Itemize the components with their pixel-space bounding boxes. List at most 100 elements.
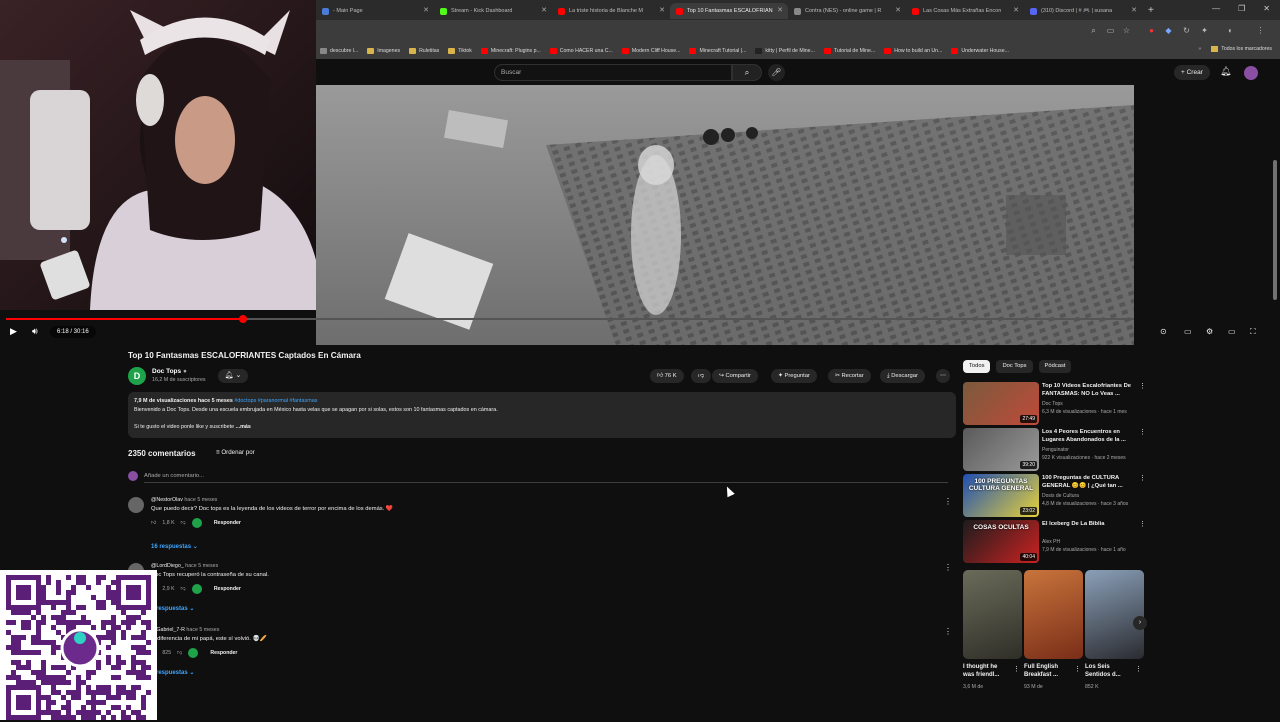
profile-icon[interactable]: ◐ <box>1226 26 1235 35</box>
short-thumbnail[interactable] <box>963 570 1022 659</box>
close-window-icon[interactable]: ✕ <box>1263 4 1270 13</box>
comment-author[interactable]: @LordDiego_ hace 5 meses <box>151 563 218 569</box>
address-bar[interactable]: ⌕ ▭ ☆ ● ◆ ↻ ✦ ◐ ⋮ <box>316 20 1280 42</box>
bookmark-item[interactable]: Como HACER una C... <box>549 47 613 54</box>
bookmark-item[interactable]: How to build an Un... <box>884 47 942 54</box>
recommended-channel[interactable]: Alex PH <box>1042 539 1060 545</box>
short-title[interactable]: I thought he was friendl... <box>963 663 1009 679</box>
browser-tab[interactable]: (310) Discord | # 🎮 | susana ✕ <box>1024 3 1142 19</box>
channel-avatar[interactable]: D <box>128 367 146 385</box>
video-menu-icon[interactable]: ⋮ <box>1139 382 1146 390</box>
ask-button[interactable]: ✦ Preguntar <box>771 369 817 383</box>
page-scrollbar[interactable] <box>1273 160 1277 300</box>
bookmark-item[interactable]: Minecraft: Plugins p... <box>480 47 541 54</box>
browser-tab[interactable]: Top 10 Fantasmas ESCALOFRIAN ✕ <box>670 3 788 19</box>
bookmark-item[interactable]: Tutorial de Mine... <box>823 47 875 54</box>
video-menu-icon[interactable]: ⋮ <box>1139 520 1146 528</box>
progress-scrubber[interactable] <box>238 315 247 323</box>
view-replies-button[interactable]: 16 respuestas ⌄ <box>151 543 198 550</box>
video-thumbnail[interactable]: 100 PREGUNTAS CULTURA GENERAL 23:02 <box>963 474 1039 517</box>
video-menu-icon[interactable]: ⋮ <box>1139 428 1146 436</box>
cast-icon[interactable]: ▭ <box>1106 26 1115 35</box>
search-button[interactable]: ⌕ <box>732 64 762 81</box>
short-thumbnail[interactable] <box>1085 570 1144 659</box>
tab-close-icon[interactable]: ✕ <box>1131 6 1137 14</box>
reply-button[interactable]: Responder <box>210 650 237 656</box>
short-menu-icon[interactable]: ⋮ <box>1074 665 1081 673</box>
clip-button[interactable]: ✂ Recortar <box>828 369 871 383</box>
tab-close-icon[interactable]: ✕ <box>659 6 665 14</box>
subscription-bell-button[interactable]: 🔔︎ ⌄ <box>218 369 248 383</box>
tab-close-icon[interactable]: ✕ <box>777 6 783 14</box>
download-button[interactable]: ⤓ Descargar <box>880 369 925 383</box>
recommended-video[interactable]: 39:20 Los 4 Peores Encuentros en Lugares… <box>963 428 1146 472</box>
play-icon[interactable]: ▶ <box>10 326 17 337</box>
comment-menu-icon[interactable]: ⋮ <box>944 627 952 636</box>
settings-gear-icon[interactable]: ⚙ <box>1206 327 1213 336</box>
comment-menu-icon[interactable]: ⋮ <box>944 563 952 572</box>
extensions-puzzle-icon[interactable]: ✦ <box>1200 26 1209 35</box>
browser-tab[interactable]: Contra (NES) - online game | R ✕ <box>788 3 906 19</box>
comment-author[interactable]: @Gabriel_7-R hace 5 meses <box>151 627 219 633</box>
view-replies-button[interactable]: 8 respuestas ⌄ <box>151 605 194 612</box>
browser-tab[interactable]: Stream - Kick Dashboard ✕ <box>434 3 552 19</box>
short-thumbnail[interactable] <box>1024 570 1083 659</box>
opera-icon[interactable]: ● <box>1147 26 1156 35</box>
short-title[interactable]: Los Seis Sentidos d... <box>1085 663 1131 679</box>
browser-tab[interactable]: Las Cosas Más Extrañas Encon ✕ <box>906 3 1024 19</box>
subtitles-icon[interactable]: ▭ <box>1184 327 1192 336</box>
recommended-channel[interactable]: Penguinator <box>1042 447 1069 453</box>
description-box[interactable]: 7,9 M de visualizaciones hace 5 meses #d… <box>128 392 956 438</box>
browser-tab[interactable]: - Main Page ✕ <box>316 3 434 19</box>
comment-dislike-icon[interactable]: 👎︎ <box>181 586 186 592</box>
show-more-link[interactable]: ...más <box>236 424 251 430</box>
bookmark-item[interactable]: Tiktok <box>448 47 472 54</box>
recommended-video[interactable]: 27:49 Top 10 Videos Escalofriantes De FA… <box>963 382 1146 426</box>
recommended-title[interactable]: Los 4 Peores Encuentros en Lugares Aband… <box>1042 428 1132 444</box>
video-progress-bar[interactable] <box>6 315 1134 323</box>
short-menu-icon[interactable]: ⋮ <box>1135 665 1142 673</box>
maximize-icon[interactable]: ❐ <box>1238 4 1245 13</box>
recommended-title[interactable]: 100 Preguntas de CULTURA GENERAL 😊😊 | ¿Q… <box>1042 474 1132 490</box>
video-thumbnail[interactable]: 27:49 <box>963 382 1039 425</box>
autoplay-toggle[interactable]: ⊙ <box>1160 327 1167 336</box>
add-comment-input[interactable]: Añade un comentario... <box>128 471 948 483</box>
filter-chip[interactable]: Doc Tops <box>996 360 1033 373</box>
all-bookmarks[interactable]: » Todos los marcadores <box>1198 46 1272 52</box>
recommended-channel[interactable]: Dosis de Cultura <box>1042 493 1079 499</box>
comment-dislike-icon[interactable]: 👎︎ <box>177 650 182 656</box>
short-menu-icon[interactable]: ⋮ <box>1013 665 1020 673</box>
filter-chip[interactable]: Todos <box>963 360 991 373</box>
extension-icon-2[interactable]: ↻ <box>1182 26 1191 35</box>
filter-chip[interactable]: Pódcast <box>1038 360 1072 373</box>
hashtags[interactable]: #doctops #paranormal #fantasmas <box>234 398 317 404</box>
bookmark-item[interactable]: Underwater House... <box>951 47 1009 54</box>
bookmark-item[interactable]: Ruletitas <box>409 47 439 54</box>
extension-icon[interactable]: ◆ <box>1164 26 1173 35</box>
comment-author[interactable]: @NestorOlav hace 5 meses <box>151 497 217 503</box>
tab-close-icon[interactable]: ✕ <box>895 6 901 14</box>
channel-name[interactable]: Doc Tops ● <box>152 368 187 375</box>
create-button[interactable]: + Crear <box>1174 65 1210 80</box>
more-actions-button[interactable]: ⋯ <box>936 369 950 383</box>
minimize-icon[interactable]: — <box>1212 4 1220 13</box>
short-title[interactable]: Full English Breakfast ... <box>1024 663 1070 679</box>
search-input[interactable]: Buscar <box>494 64 732 81</box>
recommended-video[interactable]: COSAS OCULTAS 40:04 El Iceberg De La Bibl… <box>963 520 1146 564</box>
chevron-right-icon[interactable]: » <box>1198 46 1201 52</box>
zoom-icon[interactable]: ⌕ <box>1089 26 1098 35</box>
notifications-bell-icon[interactable]: 🔔︎ <box>1220 66 1231 77</box>
video-menu-icon[interactable]: ⋮ <box>1139 474 1146 482</box>
comment-like-icon[interactable]: 👍︎ <box>151 520 156 526</box>
tab-close-icon[interactable]: ✕ <box>423 6 429 14</box>
bookmark-item[interactable]: Imagenes <box>367 47 400 54</box>
comment-menu-icon[interactable]: ⋮ <box>944 497 952 506</box>
bookmark-item[interactable]: Modern Cliff House... <box>621 47 680 54</box>
browser-tab[interactable]: La triste historia de Blanche M ✕ <box>552 3 670 19</box>
tab-close-icon[interactable]: ✕ <box>541 6 547 14</box>
bookmark-item[interactable]: descubre l... <box>320 47 358 54</box>
recommended-title[interactable]: Top 10 Videos Escalofriantes De FANTASMA… <box>1042 382 1132 398</box>
reply-button[interactable]: Responder <box>214 586 241 592</box>
star-icon[interactable]: ☆ <box>1122 26 1131 35</box>
sort-comments-button[interactable]: ≡ Ordenar por <box>216 449 255 456</box>
